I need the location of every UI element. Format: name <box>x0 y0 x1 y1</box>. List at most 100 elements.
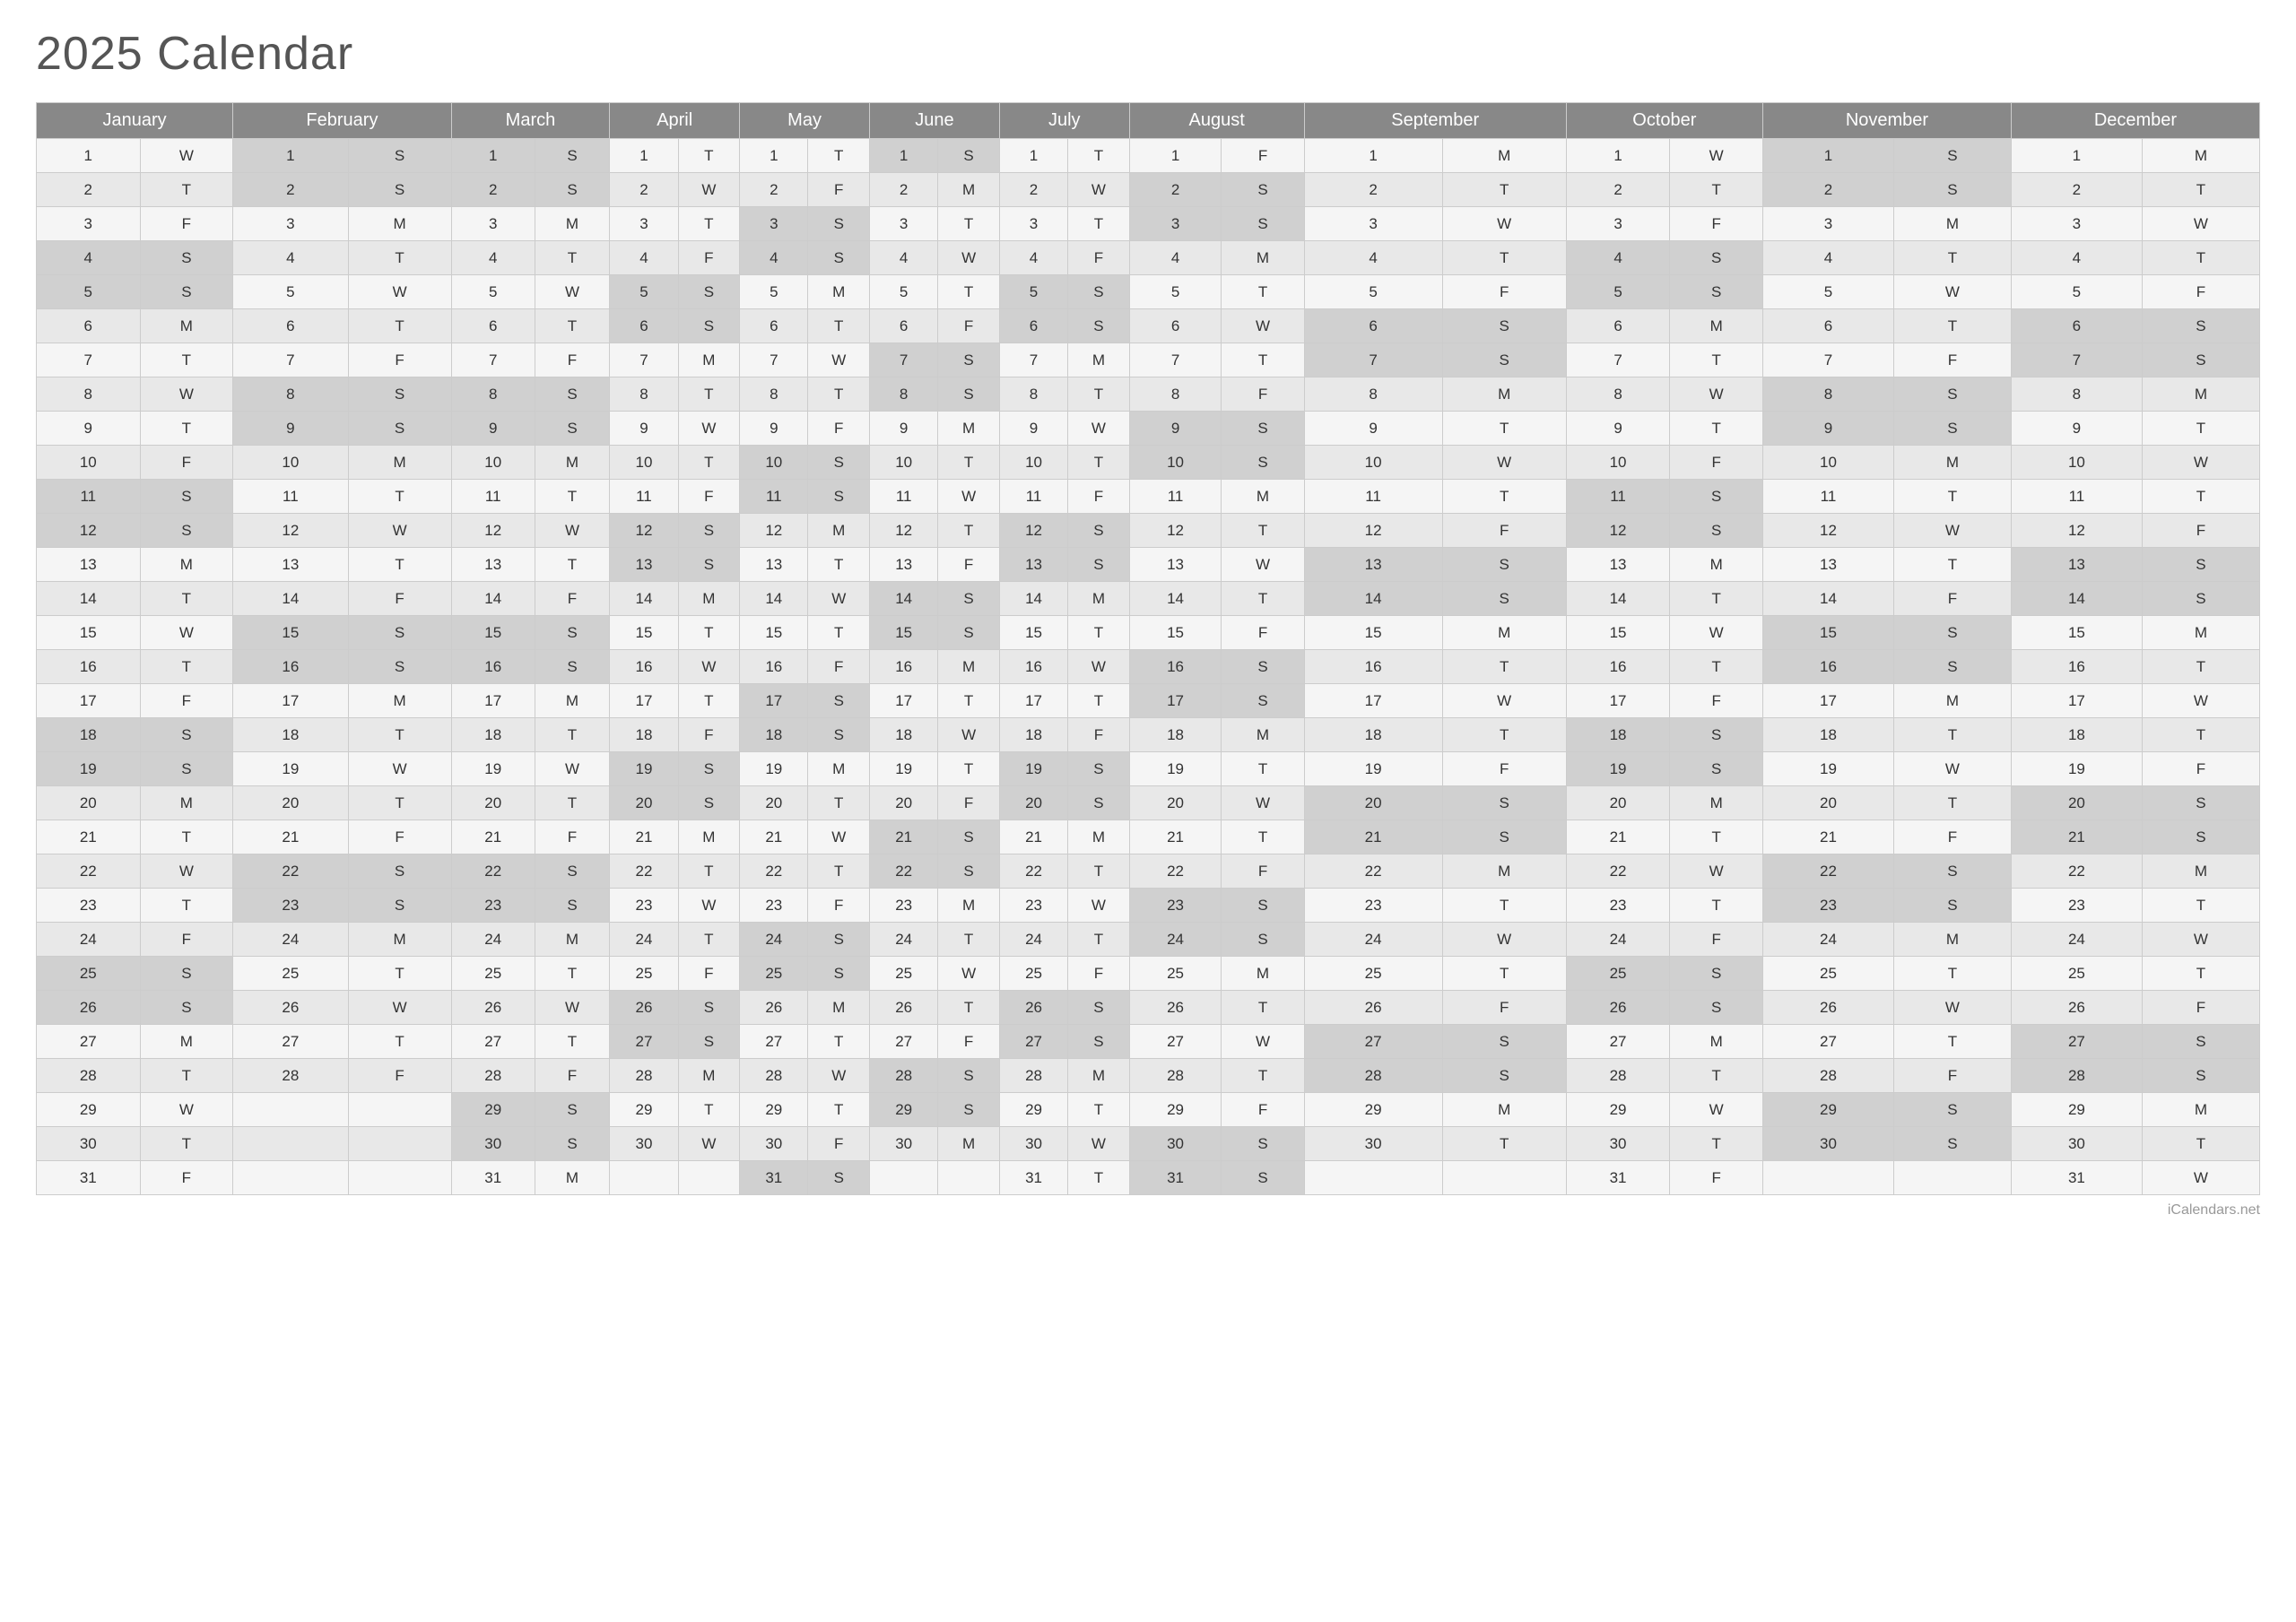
day-letter-august-13: W <box>1222 548 1304 582</box>
day-num-august-17: 17 <box>1129 684 1222 718</box>
day-num-september-26: 26 <box>1304 991 1442 1025</box>
day-letter-december-10: W <box>2142 446 2259 480</box>
day-num-december-18: 18 <box>2011 718 2142 752</box>
day-num-september-19: 19 <box>1304 752 1442 786</box>
day-letter-january-18: S <box>140 718 233 752</box>
day-letter-march-11: T <box>535 480 610 514</box>
day-letter-february-9: S <box>348 412 451 446</box>
day-letter-august-9: S <box>1222 412 1304 446</box>
day-letter-april-22: T <box>678 854 740 889</box>
day-num-may-9: 9 <box>740 412 808 446</box>
calendar-row-28: 28T28F28F28M28W28S28M28T28S28T28F28S <box>37 1059 2260 1093</box>
day-letter-october-29: W <box>1670 1093 1763 1127</box>
day-num-may-14: 14 <box>740 582 808 616</box>
day-letter-december-2: T <box>2142 173 2259 207</box>
day-letter-february-23: S <box>348 889 451 923</box>
day-num-january-6: 6 <box>37 309 141 343</box>
day-num-may-21: 21 <box>740 820 808 854</box>
calendar-row-16: 16T16S16S16W16F16M16W16S16T16T16S16T <box>37 650 2260 684</box>
day-letter-july-1: T <box>1068 139 1130 173</box>
day-num-february-20: 20 <box>233 786 348 820</box>
day-letter-july-25: F <box>1068 957 1130 991</box>
day-letter-october-11: S <box>1670 480 1763 514</box>
day-letter-june-29: S <box>938 1093 1000 1127</box>
day-num-april-9: 9 <box>610 412 678 446</box>
day-num-january-7: 7 <box>37 343 141 377</box>
day-num-october-30: 30 <box>1566 1127 1670 1161</box>
day-letter-august-8: F <box>1222 377 1304 412</box>
day-letter-september-2: T <box>1442 173 1566 207</box>
day-letter-may-12: M <box>808 514 870 548</box>
day-letter-april-29: T <box>678 1093 740 1127</box>
day-letter-august-4: M <box>1222 241 1304 275</box>
day-letter-september-27: S <box>1442 1025 1566 1059</box>
day-letter-september-5: F <box>1442 275 1566 309</box>
day-num-november-6: 6 <box>1762 309 1893 343</box>
day-num-may-3: 3 <box>740 207 808 241</box>
day-num-april-20: 20 <box>610 786 678 820</box>
day-num-august-25: 25 <box>1129 957 1222 991</box>
day-letter-march-30: S <box>535 1127 610 1161</box>
day-num-april-28: 28 <box>610 1059 678 1093</box>
day-letter-november-29: S <box>1893 1093 2011 1127</box>
day-letter-september-4: T <box>1442 241 1566 275</box>
day-letter-april-12: S <box>678 514 740 548</box>
day-letter-august-20: W <box>1222 786 1304 820</box>
day-letter-june-20: F <box>938 786 1000 820</box>
day-letter-april-2: W <box>678 173 740 207</box>
day-letter-june-14: S <box>938 582 1000 616</box>
day-letter-november-6: T <box>1893 309 2011 343</box>
day-letter-november-20: T <box>1893 786 2011 820</box>
day-num-february-16: 16 <box>233 650 348 684</box>
day-num-march-31: 31 <box>451 1161 535 1195</box>
day-letter-september-21: S <box>1442 820 1566 854</box>
day-num-october-21: 21 <box>1566 820 1670 854</box>
day-letter-november-8: S <box>1893 377 2011 412</box>
day-num-march-14: 14 <box>451 582 535 616</box>
day-letter-may-20: T <box>808 786 870 820</box>
day-num-july-29: 29 <box>999 1093 1067 1127</box>
day-letter-october-18: S <box>1670 718 1763 752</box>
day-num-september-1: 1 <box>1304 139 1442 173</box>
day-letter-september-16: T <box>1442 650 1566 684</box>
calendar-row-6: 6M6T6T6S6T6F6S6W6S6M6T6S <box>37 309 2260 343</box>
day-letter-december-31: W <box>2142 1161 2259 1195</box>
day-letter-november-2: S <box>1893 173 2011 207</box>
day-letter-january-4: S <box>140 241 233 275</box>
day-letter-august-24: S <box>1222 923 1304 957</box>
day-num-august-8: 8 <box>1129 377 1222 412</box>
day-letter-january-28: T <box>140 1059 233 1093</box>
day-letter-july-17: T <box>1068 684 1130 718</box>
day-num-august-19: 19 <box>1129 752 1222 786</box>
day-letter-june-3: T <box>938 207 1000 241</box>
day-num-march-5: 5 <box>451 275 535 309</box>
day-num-november-19: 19 <box>1762 752 1893 786</box>
day-num-february-1: 1 <box>233 139 348 173</box>
day-letter-april-3: T <box>678 207 740 241</box>
day-letter-october-21: T <box>1670 820 1763 854</box>
day-letter-february-5: W <box>348 275 451 309</box>
day-num-october-24: 24 <box>1566 923 1670 957</box>
day-num-november-22: 22 <box>1762 854 1893 889</box>
day-num-september-18: 18 <box>1304 718 1442 752</box>
day-letter-april-7: M <box>678 343 740 377</box>
day-letter-october-22: W <box>1670 854 1763 889</box>
day-letter-april-27: S <box>678 1025 740 1059</box>
day-num-june-11: 11 <box>869 480 937 514</box>
day-num-february-6: 6 <box>233 309 348 343</box>
day-letter-april-10: T <box>678 446 740 480</box>
day-num-january-9: 9 <box>37 412 141 446</box>
day-num-march-1: 1 <box>451 139 535 173</box>
day-num-may-7: 7 <box>740 343 808 377</box>
day-letter-january-31: F <box>140 1161 233 1195</box>
day-letter-may-3: S <box>808 207 870 241</box>
day-num-july-26: 26 <box>999 991 1067 1025</box>
day-letter-december-11: T <box>2142 480 2259 514</box>
day-num-april-17: 17 <box>610 684 678 718</box>
day-letter-january-8: W <box>140 377 233 412</box>
day-letter-march-15: S <box>535 616 610 650</box>
day-letter-june-11: W <box>938 480 1000 514</box>
day-letter-april-6: S <box>678 309 740 343</box>
day-letter-september-18: T <box>1442 718 1566 752</box>
day-num-august-11: 11 <box>1129 480 1222 514</box>
